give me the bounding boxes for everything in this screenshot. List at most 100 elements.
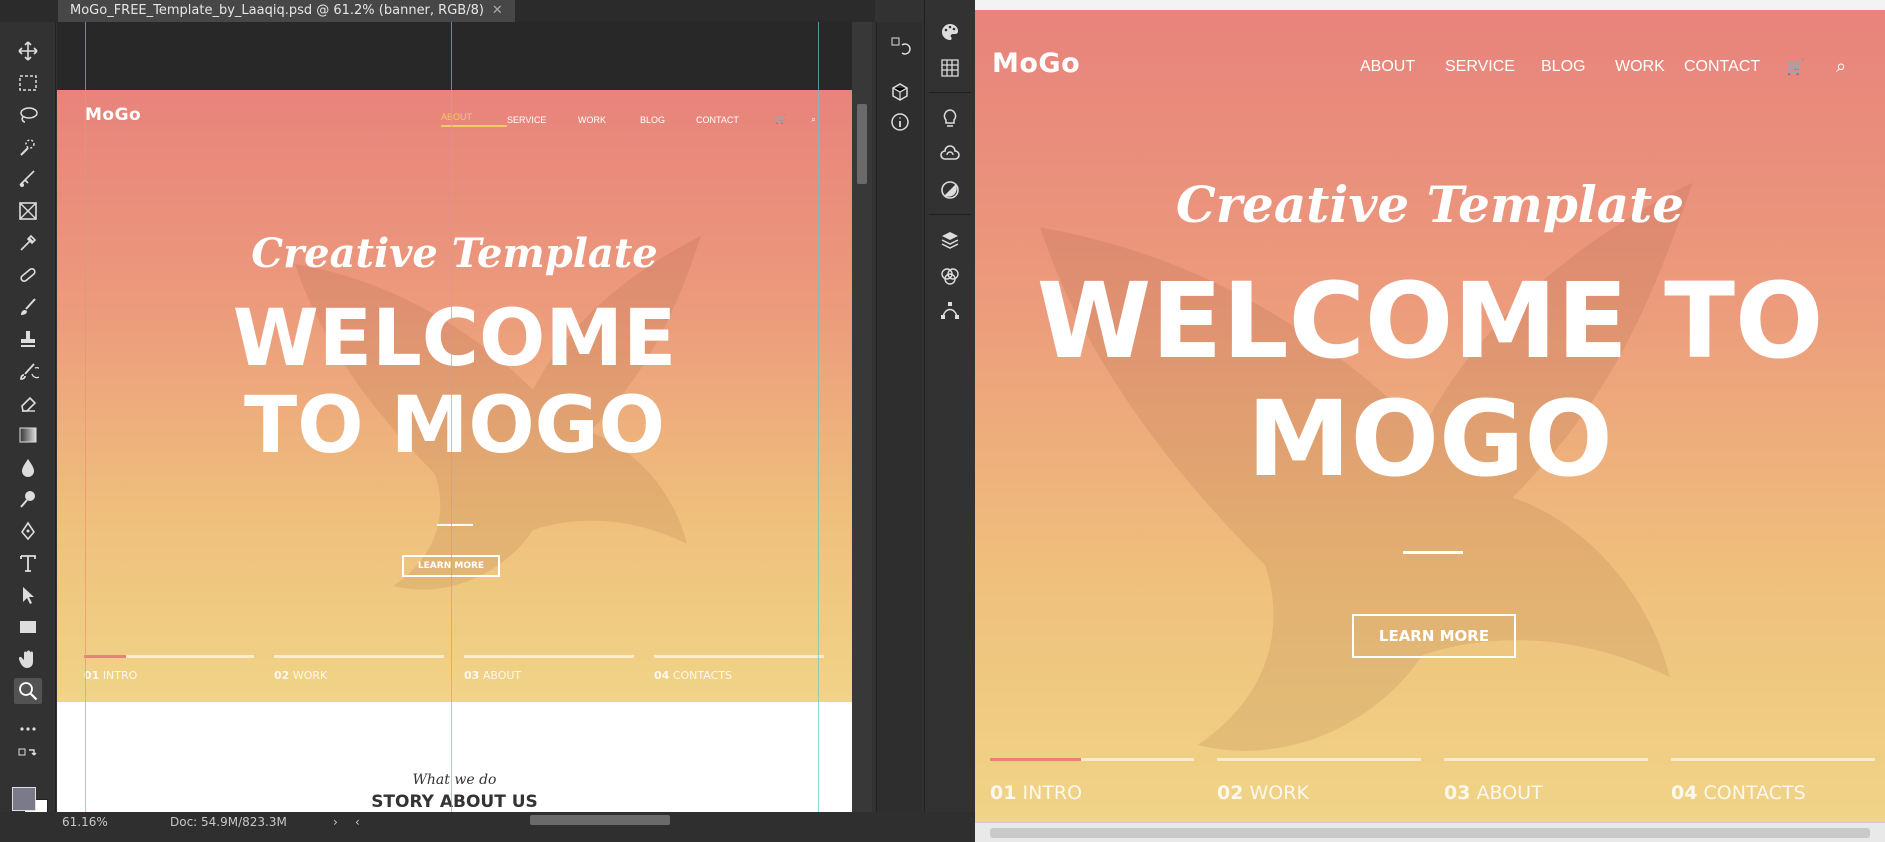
- mockup-logo: MoGo: [85, 105, 142, 125]
- document-tab-bar: MoGo_FREE_Template_by_Laaqiq.psd @ 61.2%…: [0, 0, 875, 22]
- search-icon[interactable]: ⌕: [1836, 56, 1846, 77]
- site-nav-contact[interactable]: CONTACT: [1684, 58, 1786, 76]
- mockup-search-icon[interactable]: ⌕: [811, 114, 816, 125]
- mockup-nav-blog[interactable]: BLOG: [640, 115, 696, 125]
- eyedropper-tool-icon[interactable]: [14, 230, 42, 256]
- site-nav-about[interactable]: ABOUT: [1360, 58, 1445, 76]
- site-welcome-line2: MOGO: [1247, 378, 1613, 500]
- rectangle-tool-icon[interactable]: [14, 614, 42, 640]
- photoshop-window: MoGo_FREE_Template_by_Laaqiq.psd @ 61.2%…: [0, 0, 975, 842]
- eraser-tool-icon[interactable]: [14, 390, 42, 416]
- stamp-tool-icon[interactable]: [14, 326, 42, 352]
- foreground-color-swatch[interactable]: [12, 787, 36, 811]
- lasso-tool-icon[interactable]: [14, 102, 42, 128]
- scroll-thumb[interactable]: [990, 828, 1870, 838]
- mockup-welcome-line2: TO MOGO: [244, 381, 665, 471]
- mockup-slide-intro[interactable]: 01 INTRO: [84, 655, 254, 695]
- pen-tool-icon[interactable]: [14, 518, 42, 544]
- canvas-area: MoGo ABOUT SERVICE WORK BLOG CONTACT 🛒 ⌕…: [57, 22, 852, 815]
- zoom-tool-icon[interactable]: [14, 678, 42, 704]
- path-select-tool-icon[interactable]: [14, 582, 42, 608]
- site-slide-contacts[interactable]: 04 CONTACTS: [1671, 758, 1875, 818]
- mockup-divider: [437, 524, 473, 526]
- marquee-tool-icon[interactable]: [14, 70, 42, 96]
- site-learn-more-button[interactable]: LEARN MORE: [1352, 614, 1516, 658]
- site-slide-about[interactable]: 03 ABOUT: [1444, 758, 1648, 818]
- mockup-slides: 01 INTRO 02 WORK 03 ABOUT 04 CONTACTS: [84, 655, 824, 695]
- scroll-thumb[interactable]: [857, 104, 867, 184]
- history-brush-tool-icon[interactable]: [14, 358, 42, 384]
- cart-icon[interactable]: 🛒: [1786, 58, 1836, 76]
- horizontal-scroll-thumb[interactable]: [530, 815, 670, 825]
- mockup-nav-contact[interactable]: CONTACT: [696, 115, 775, 125]
- status-arrow-icon[interactable]: ›: [333, 815, 338, 829]
- healing-tool-icon[interactable]: [14, 262, 42, 288]
- mockup-story-section: What we do STORY ABOUT US: [57, 702, 852, 815]
- type-tool-icon[interactable]: [14, 550, 42, 576]
- layers-icon[interactable]: [936, 226, 964, 254]
- browser-horizontal-scrollbar[interactable]: [975, 822, 1885, 842]
- swatches-grid-icon[interactable]: [936, 54, 964, 82]
- more-tools-icon[interactable]: [14, 716, 42, 742]
- scroll-left-icon[interactable]: ‹: [355, 815, 360, 829]
- quick-select-tool-icon[interactable]: [14, 134, 42, 160]
- site-nav-work[interactable]: WORK: [1615, 58, 1684, 76]
- vertical-scrollbar[interactable]: [852, 22, 872, 812]
- panel-dock: [924, 0, 974, 812]
- site-welcome-line1: WELCOME TO: [1036, 260, 1824, 382]
- site-script-title: Creative Template: [1175, 175, 1685, 234]
- mockup-slide-contacts[interactable]: 04 CONTACTS: [654, 655, 824, 695]
- paths-icon[interactable]: [936, 296, 964, 324]
- site-logo[interactable]: MoGo: [992, 48, 1080, 79]
- site-slide-intro[interactable]: 01 INTRO: [990, 758, 1194, 818]
- hand-tool-icon[interactable]: [14, 646, 42, 672]
- mockup-slide-about[interactable]: 03 ABOUT: [464, 655, 634, 695]
- site-nav: ABOUT SERVICE BLOG WORK CONTACT 🛒 ⌕: [1360, 56, 1846, 77]
- guide-line[interactable]: [85, 22, 86, 812]
- libraries-cloud-icon[interactable]: [936, 140, 964, 168]
- status-bar: 61.16% Doc: 54.9M/823.3M › ‹: [0, 812, 975, 842]
- dodge-tool-icon[interactable]: [14, 486, 42, 512]
- learn-lightbulb-icon[interactable]: [936, 104, 964, 132]
- crop-tool-icon[interactable]: [14, 166, 42, 192]
- blur-tool-icon[interactable]: [14, 454, 42, 480]
- mockup-cart-icon[interactable]: 🛒: [775, 114, 811, 125]
- mockup-welcome-line1: WELCOME: [232, 294, 677, 384]
- swap-colors-icon[interactable]: [14, 744, 42, 770]
- history-icon[interactable]: [886, 32, 914, 60]
- guide-line[interactable]: [818, 22, 819, 812]
- guide-line[interactable]: [451, 22, 452, 812]
- panel-dock-narrow: [876, 22, 922, 812]
- 3d-icon[interactable]: [886, 78, 914, 106]
- mockup-nav-work[interactable]: WORK: [578, 115, 640, 125]
- mockup-banner: MoGo ABOUT SERVICE WORK BLOG CONTACT 🛒 ⌕…: [57, 90, 852, 702]
- doc-size-info: Doc: 54.9M/823.3M: [170, 815, 287, 829]
- document-tab[interactable]: MoGo_FREE_Template_by_Laaqiq.psd @ 61.2%…: [58, 0, 515, 22]
- browser-preview: MoGo ABOUT SERVICE BLOG WORK CONTACT 🛒 ⌕…: [975, 0, 1885, 842]
- color-palette-icon[interactable]: [936, 18, 964, 46]
- zoom-level[interactable]: 61.16%: [62, 815, 108, 829]
- mockup-nav-service[interactable]: SERVICE: [507, 115, 578, 125]
- tools-panel: [0, 22, 56, 823]
- adjustments-icon[interactable]: [936, 176, 964, 204]
- mockup-nav: ABOUT SERVICE WORK BLOG CONTACT 🛒 ⌕: [441, 112, 816, 127]
- site-divider: [1403, 551, 1463, 554]
- brush-tool-icon[interactable]: [14, 294, 42, 320]
- close-icon[interactable]: ✕: [492, 3, 503, 18]
- info-icon[interactable]: [886, 108, 914, 136]
- mockup-slide-work[interactable]: 02 WORK: [274, 655, 444, 695]
- frame-tool-icon[interactable]: [14, 198, 42, 224]
- gradient-tool-icon[interactable]: [14, 422, 42, 448]
- browser-top-edge: [975, 0, 1885, 10]
- document-tab-title: MoGo_FREE_Template_by_Laaqiq.psd @ 61.2%…: [70, 3, 484, 18]
- move-tool-icon[interactable]: [14, 38, 42, 64]
- site-nav-blog[interactable]: BLOG: [1541, 58, 1615, 76]
- site-banner: MoGo ABOUT SERVICE BLOG WORK CONTACT 🛒 ⌕…: [975, 10, 1885, 822]
- site-slides: 01 INTRO 02 WORK 03 ABOUT 04 CONTACTS: [990, 758, 1875, 818]
- site-slide-work[interactable]: 02 WORK: [1217, 758, 1421, 818]
- mockup-script-title: Creative Template: [251, 230, 658, 277]
- channels-icon[interactable]: [936, 262, 964, 290]
- mockup-story-heading: STORY ABOUT US: [371, 792, 538, 812]
- site-nav-service[interactable]: SERVICE: [1445, 58, 1541, 76]
- mockup-what-we-do: What we do: [412, 772, 497, 788]
